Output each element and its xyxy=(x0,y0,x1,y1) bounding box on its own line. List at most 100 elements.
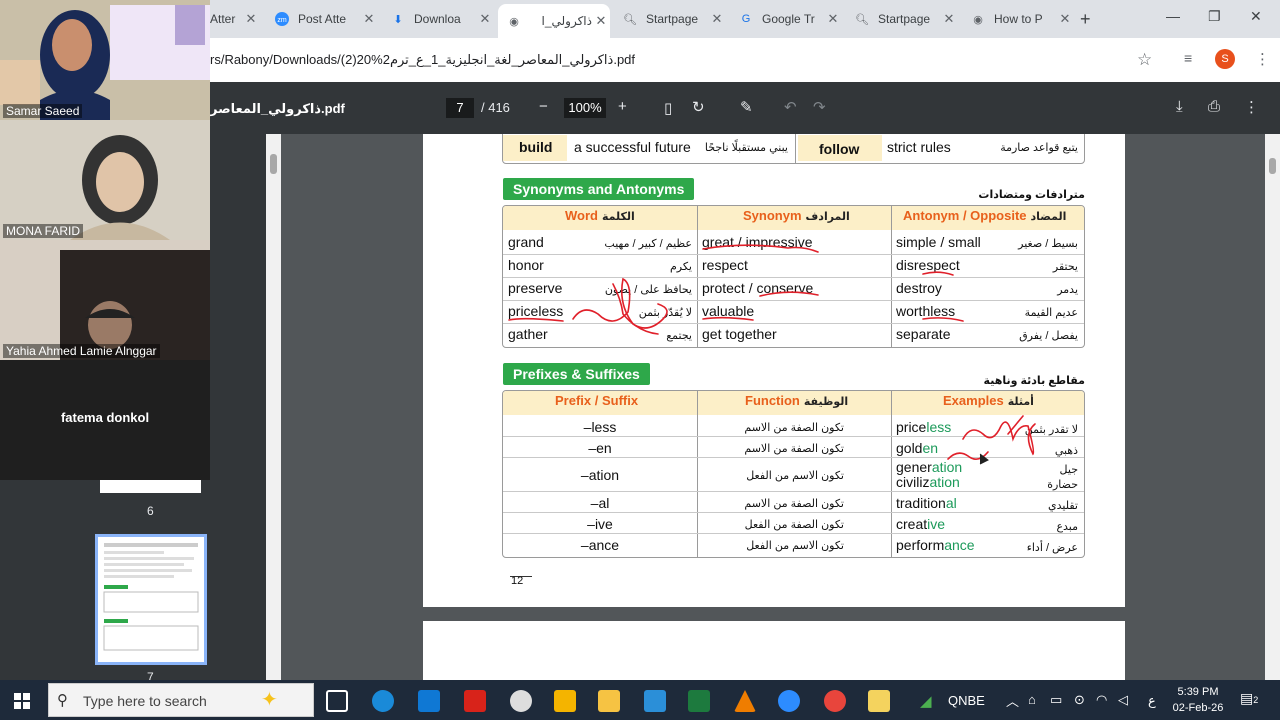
notification-icon[interactable]: ▤2 xyxy=(1240,690,1258,707)
app-icon[interactable] xyxy=(510,690,532,712)
acrobat-icon[interactable] xyxy=(464,690,486,712)
edge-icon[interactable] xyxy=(372,690,394,712)
undo-icon[interactable]: ↶ xyxy=(784,98,797,116)
page-number-input[interactable]: 7 xyxy=(446,98,474,118)
browser-menu-icon[interactable]: ⋮ xyxy=(1255,50,1270,68)
tab-how-to[interactable]: ◉ How to P ✕ xyxy=(962,8,1074,30)
close-icon[interactable]: ✕ xyxy=(824,11,842,27)
tab-downloads[interactable]: ⬇ Downloa ✕ xyxy=(382,8,494,30)
total-pages: / 416 xyxy=(481,100,510,115)
thumbnail-scrollbar[interactable] xyxy=(266,134,281,680)
close-icon[interactable]: ✕ xyxy=(940,11,958,27)
annotate-icon[interactable]: ✎ xyxy=(740,98,753,116)
tray-overflow-icon[interactable]: ︿ xyxy=(1006,691,1019,710)
tab-title: Startpage xyxy=(878,12,931,26)
restore-icon[interactable]: ❐ xyxy=(1208,8,1221,25)
notification-count: 2 xyxy=(1253,695,1259,705)
network-icon[interactable]: ⌂ xyxy=(1028,692,1036,707)
excel-icon[interactable] xyxy=(688,690,710,712)
sway-icon[interactable] xyxy=(644,690,666,712)
new-tab-plus-icon[interactable]: + xyxy=(1080,9,1091,30)
media-controls-icon[interactable]: ≡ xyxy=(1184,50,1192,66)
close-icon[interactable]: ✕ xyxy=(476,11,494,27)
video-tile-3[interactable]: Yahia Ahmed Lamie Alnggar xyxy=(0,240,210,360)
search-icon: 🔍︎ xyxy=(855,13,869,26)
sparkle-icon: ✦ xyxy=(261,689,278,711)
rotate-icon[interactable]: ↻ xyxy=(692,98,705,116)
tab-startpage-2[interactable]: 🔍︎ Startpage ✕ xyxy=(846,8,958,30)
task-view-icon[interactable] xyxy=(326,690,348,712)
close-window-icon[interactable]: ✕ xyxy=(1250,8,1262,25)
tab-google-translate[interactable]: G Google Tr ✕ xyxy=(730,8,842,30)
tab-title: Google Tr xyxy=(762,12,815,26)
tab-pdf-active[interactable]: ◉ ذاكرولي_ا ✕ xyxy=(498,4,610,38)
close-icon[interactable]: ✕ xyxy=(1056,11,1074,27)
close-icon[interactable]: ✕ xyxy=(360,11,378,27)
zoom-out-icon[interactable]: − xyxy=(539,98,548,115)
pdf-page: build a successful future يبني مستقبلًا … xyxy=(423,134,1125,607)
battery-icon[interactable]: ▭ xyxy=(1050,692,1062,708)
globe-icon: ◉ xyxy=(509,15,519,28)
video-tile-1[interactable]: Samar Saeed xyxy=(0,0,210,120)
tab-title: Post Atte xyxy=(298,12,347,26)
tray-ticker[interactable]: QNBE xyxy=(948,693,985,708)
globe-icon: ◉ xyxy=(973,13,983,26)
pdf-more-icon[interactable]: ⋮ xyxy=(1244,98,1259,116)
download-icon: ⬇ xyxy=(393,13,403,26)
fit-page-icon[interactable]: ▯ xyxy=(664,99,672,117)
zoom-app-icon[interactable] xyxy=(778,690,800,712)
zoom-level-input[interactable]: 100% xyxy=(564,98,606,118)
star-bookmark-icon[interactable]: ☆ xyxy=(1137,50,1152,70)
close-icon[interactable]: ✕ xyxy=(592,13,610,29)
language-indicator[interactable]: ع xyxy=(1148,693,1156,709)
participant-name-4: fatema donkol xyxy=(60,410,150,425)
files-app-icon[interactable] xyxy=(868,690,890,712)
chrome-icon[interactable] xyxy=(824,690,846,712)
close-icon[interactable]: ✕ xyxy=(708,11,726,27)
zoom-in-icon[interactable]: + xyxy=(618,98,627,115)
participant-name-1: Samar Saeed xyxy=(3,104,83,118)
tab-post-attendance[interactable]: zm Post Atte ✕ xyxy=(266,8,378,30)
file-explorer-icon[interactable] xyxy=(598,690,620,712)
download-pdf-icon[interactable]: ⤓ xyxy=(1176,98,1183,115)
thumbnail-page-6[interactable] xyxy=(100,478,201,493)
clock-time: 5:39 PM xyxy=(1177,686,1219,698)
participant-name-2: MONA FARID xyxy=(3,224,84,238)
pdf-filename: ذاكرولي_المعاصر.pdf xyxy=(210,101,345,116)
profile-avatar[interactable]: S xyxy=(1215,49,1235,69)
volume-icon[interactable]: ◁ xyxy=(1118,692,1128,708)
wifi-icon[interactable]: ◠ xyxy=(1096,692,1107,708)
search-icon: 🔍︎ xyxy=(623,13,637,26)
taskbar-search-placeholder: Type here to search xyxy=(83,693,207,709)
thumbnail-label-6: 6 xyxy=(147,504,154,518)
outlook-icon[interactable] xyxy=(418,690,440,712)
print-icon[interactable]: ⎙ xyxy=(1208,98,1220,115)
tab-title: How to P xyxy=(994,12,1043,26)
taskbar-clock[interactable]: 5:39 PM 02-Feb-26 xyxy=(1170,684,1226,716)
pen-scribble-1 xyxy=(572,277,668,329)
location-icon[interactable]: ⊙ xyxy=(1074,692,1085,708)
taskbar-search-box[interactable]: ⚲ Type here to search ✦ xyxy=(48,683,314,717)
tab-title: ذاكرولي_ا xyxy=(541,14,592,28)
tab-title: Downloa xyxy=(414,12,461,26)
stock-trend-icon: ◢ xyxy=(920,693,932,710)
minimize-icon[interactable]: — xyxy=(1166,8,1180,24)
video-tile-2[interactable]: MONA FARID xyxy=(0,120,210,240)
redo-icon[interactable]: ↷ xyxy=(813,98,826,116)
translate-icon: G xyxy=(741,13,751,25)
pen-scribble-2 xyxy=(962,421,1036,456)
windows-start-icon[interactable] xyxy=(14,693,30,714)
tab-partial[interactable]: Atter ✕ xyxy=(210,8,260,30)
close-icon[interactable]: ✕ xyxy=(242,11,260,27)
pen-annotations xyxy=(508,244,1036,465)
pdf-scrollbar[interactable] xyxy=(1265,134,1280,680)
tab-title: Atter xyxy=(210,12,236,26)
store-icon[interactable] xyxy=(554,690,576,712)
url-field[interactable]: rs/Rabony/Downloads/(2)20%2ذاكرولي_المعا… xyxy=(210,52,635,68)
svg-text:zm: zm xyxy=(277,17,287,24)
video-tile-4[interactable]: fatema donkol xyxy=(0,360,210,480)
screen: Atter ✕ zm Post Atte ✕ ⬇ Downloa ✕ ◉ ذاك… xyxy=(0,0,1280,720)
tab-title: Startpage xyxy=(646,12,699,26)
thumbnail-page-7[interactable] xyxy=(95,534,207,665)
tab-startpage-1[interactable]: 🔍︎ Startpage ✕ xyxy=(614,8,726,30)
